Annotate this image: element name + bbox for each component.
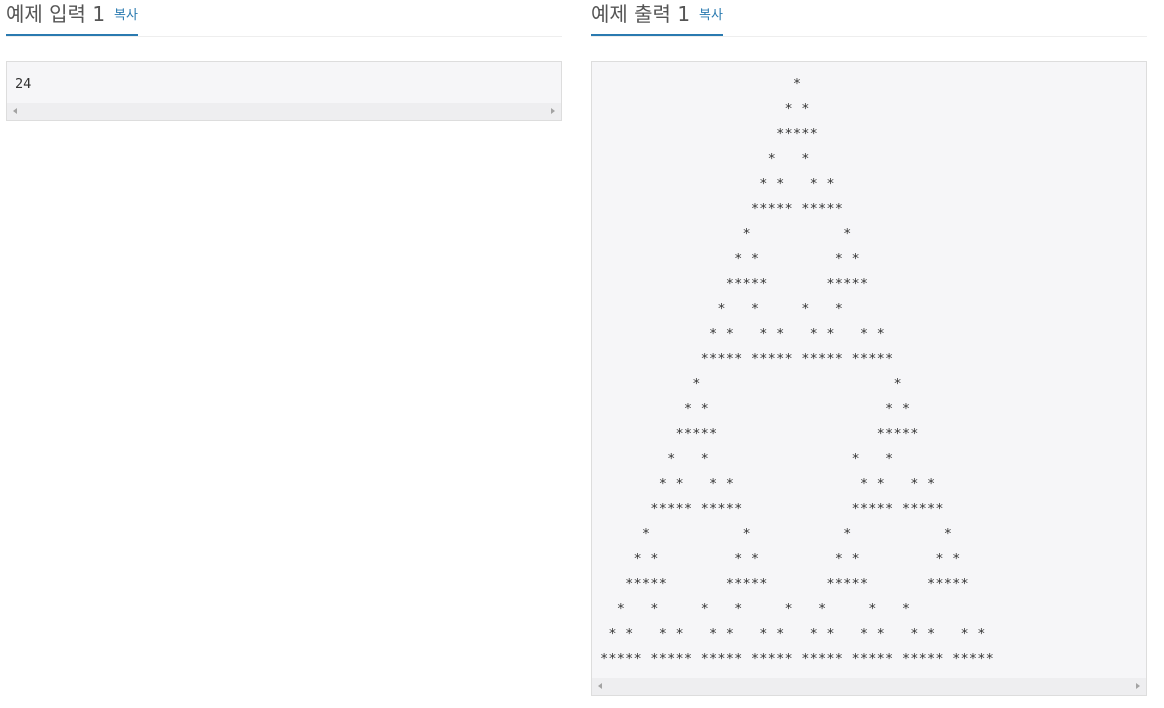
sample-output-text: * * * ***** * * * * * * ***** ***** * * … [600,76,995,667]
output-horizontal-scrollbar[interactable] [592,678,1146,695]
sample-output-tab: 예제 출력 1 복사 [591,0,723,36]
sample-input-header: 예제 입력 1 복사 [6,0,562,37]
input-horizontal-scrollbar[interactable] [7,103,561,120]
sample-input-title: 예제 입력 1 [6,2,106,26]
copy-input-button[interactable]: 복사 [114,7,138,25]
copy-output-button[interactable]: 복사 [699,7,723,25]
sample-output-box: * * * ***** * * * * * * ***** ***** * * … [591,61,1147,696]
sample-output-header: 예제 출력 1 복사 [591,0,1147,37]
sample-output-panel: 예제 출력 1 복사 * * * ***** * * * * * * *****… [591,0,1147,696]
scroll-left-icon[interactable] [598,683,602,689]
sample-input-text: 24 [15,76,32,92]
scroll-left-icon[interactable] [13,108,17,114]
scroll-right-icon[interactable] [1136,683,1140,689]
sample-output-title: 예제 출력 1 [591,2,691,26]
sample-input-tab: 예제 입력 1 복사 [6,0,138,36]
sample-input-box: 24 [6,61,562,121]
sample-input-panel: 예제 입력 1 복사 24 [6,0,562,121]
scroll-right-icon[interactable] [551,108,555,114]
